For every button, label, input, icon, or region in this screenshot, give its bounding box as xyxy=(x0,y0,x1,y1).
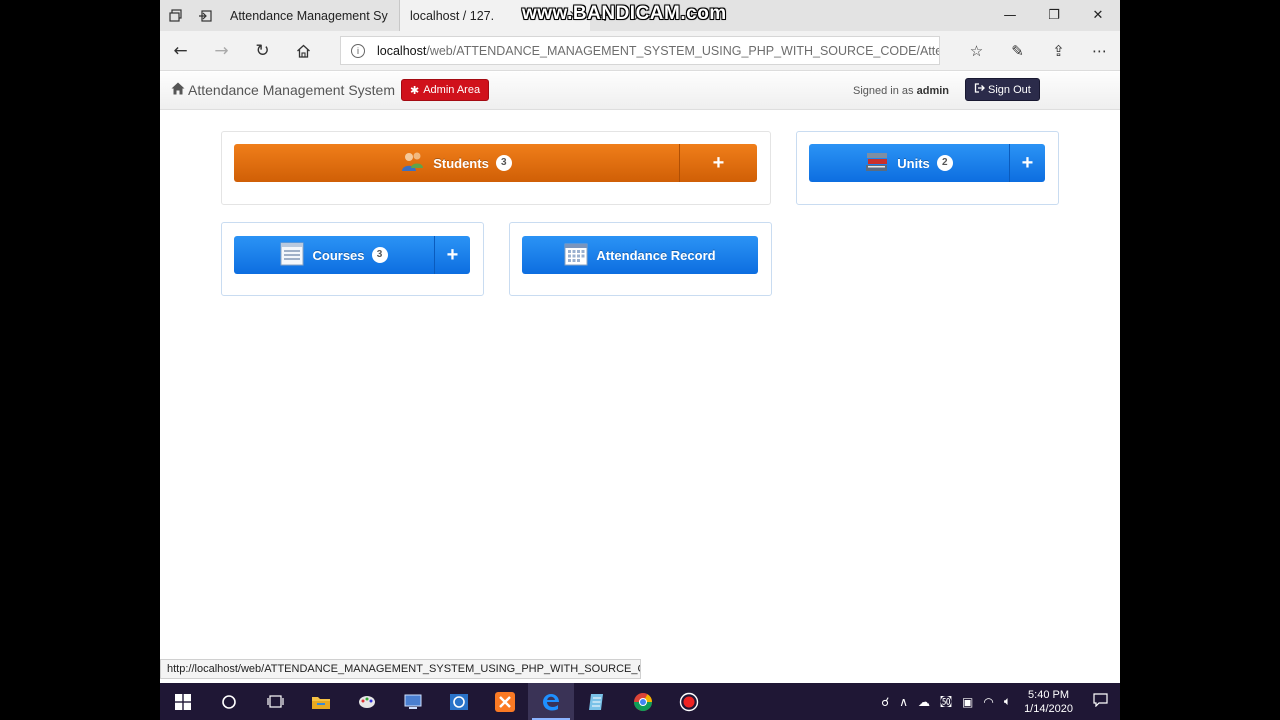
app-header: Attendance Management System ✱ Admin Are… xyxy=(160,72,1120,110)
share-icon[interactable]: ⇪ xyxy=(1038,31,1079,71)
students-button[interactable]: Students 3 xyxy=(234,144,679,182)
tab-attendance[interactable]: Attendance Management Sy xyxy=(220,0,400,31)
address-bar[interactable]: i localhost/web/ATTENDANCE_MANAGEMENT_SY… xyxy=(340,36,940,65)
browser-actions: ☆ ✎ ⇪ ⋯ xyxy=(956,31,1120,71)
students-button-group: Students 3 + xyxy=(234,144,757,182)
notepad-icon[interactable] xyxy=(574,683,620,720)
add-student-button[interactable]: + xyxy=(679,144,757,182)
onedrive-cloud-icon[interactable]: ☁ xyxy=(913,695,935,709)
add-unit-button[interactable]: + xyxy=(1009,144,1045,182)
xampp-icon[interactable] xyxy=(482,683,528,720)
url-path: /web/ATTENDANCE_MANAGEMENT_SYSTEM_USING_… xyxy=(426,43,939,58)
students-count-badge: 3 xyxy=(495,155,512,171)
sign-out-button[interactable]: Sign Out xyxy=(965,78,1040,101)
recording-watermark: www.BANDICAM.com xyxy=(522,3,727,24)
file-explorer-icon[interactable] xyxy=(298,683,344,720)
signed-in-user: admin xyxy=(916,85,950,97)
units-button[interactable]: Units 2 xyxy=(809,144,1009,182)
students-label: Students xyxy=(433,155,489,171)
calendar-icon xyxy=(564,242,588,269)
browser-tab-bar: Attendance Management Sy localhost / 127… xyxy=(160,0,1120,31)
sign-out-icon xyxy=(974,83,985,96)
edge-browser-icon[interactable] xyxy=(528,683,574,720)
refresh-icon[interactable]: ↻ xyxy=(242,31,283,71)
attendance-button-group: Attendance Record xyxy=(522,236,758,274)
units-count-badge: 2 xyxy=(936,155,953,171)
close-window-icon[interactable]: ✕ xyxy=(1076,0,1120,31)
record-icon[interactable] xyxy=(666,683,712,720)
link-status-bar: http://localhost/web/ATTENDANCE_MANAGEME… xyxy=(160,659,641,679)
minimize-icon[interactable]: — xyxy=(988,0,1032,31)
task-view-icon[interactable] xyxy=(252,683,298,720)
courses-button[interactable]: Courses 3 xyxy=(234,236,434,274)
pen-icon[interactable]: ✎ xyxy=(997,31,1038,71)
signed-in-text: Signed in as admin xyxy=(853,85,949,97)
window-controls: — ❐ ✕ xyxy=(988,0,1120,31)
start-windows-icon[interactable] xyxy=(160,683,206,720)
favorites-star-icon[interactable]: ☆ xyxy=(956,31,997,71)
system-tray: ☌ ∧ ☁ ㉌ ▣ ◠ 🔈︎ 5:40 PM 1/14/2020 xyxy=(876,683,1120,720)
restore-icon[interactable]: ❐ xyxy=(1032,0,1076,31)
brand-link[interactable]: Attendance Management System xyxy=(171,82,395,98)
courses-button-group: Courses 3 + xyxy=(234,236,470,274)
units-button-group: Units 2 + xyxy=(809,144,1045,182)
course-list-icon xyxy=(280,242,304,269)
sign-out-label: Sign Out xyxy=(988,83,1031,96)
input-language-icon[interactable]: ㉌ xyxy=(935,693,957,710)
books-icon xyxy=(865,151,889,176)
clock[interactable]: 5:40 PM 1/14/2020 xyxy=(1016,688,1081,716)
forward-arrow-icon[interactable]: → xyxy=(201,31,242,71)
display-icon[interactable]: ▣ xyxy=(957,695,978,709)
search-cortana-icon[interactable] xyxy=(206,683,252,720)
tab-title: Attendance Management Sy xyxy=(230,8,388,23)
signed-in-prefix: Signed in as xyxy=(853,85,914,97)
home-icon xyxy=(171,82,185,98)
url-host: localhost xyxy=(377,43,427,58)
admin-area-button[interactable]: ✱ Admin Area xyxy=(401,79,490,101)
students-icon xyxy=(401,151,425,176)
browser-nav-bar: ← → ↻ i localhost/web/ATTENDANCE_MANAGEM… xyxy=(160,31,1120,71)
brand-text: Attendance Management System xyxy=(188,82,396,98)
people-icon[interactable]: ☌ xyxy=(876,695,894,709)
home-icon[interactable] xyxy=(283,31,324,71)
volume-icon[interactable]: 🔈︎ xyxy=(999,694,1016,709)
clock-date: 1/14/2020 xyxy=(1024,702,1073,715)
admin-area-label: Admin Area xyxy=(423,84,481,96)
back-arrow-icon[interactable]: ← xyxy=(160,31,201,71)
more-icon[interactable]: ⋯ xyxy=(1079,31,1120,71)
network-app-icon[interactable] xyxy=(390,683,436,720)
wifi-icon[interactable]: ◠ xyxy=(978,695,998,709)
attendance-record-label: Attendance Record xyxy=(596,247,716,263)
clock-time: 5:40 PM xyxy=(1028,688,1070,701)
hosting-app-icon[interactable] xyxy=(436,683,482,720)
courses-label: Courses xyxy=(312,247,365,263)
chrome-icon[interactable] xyxy=(620,683,666,720)
paint-app-icon[interactable] xyxy=(344,683,390,720)
show-hidden-icons-chevron[interactable]: ∧ xyxy=(894,695,913,709)
tab-manager-icon[interactable] xyxy=(160,0,190,31)
units-label: Units xyxy=(897,155,930,171)
attendance-record-button[interactable]: Attendance Record xyxy=(522,236,758,274)
courses-count-badge: 3 xyxy=(371,247,388,263)
add-course-button[interactable]: + xyxy=(434,236,470,274)
taskbar: ☌ ∧ ☁ ㉌ ▣ ◠ 🔈︎ 5:40 PM 1/14/2020 xyxy=(160,683,1120,720)
notifications-icon[interactable] xyxy=(1081,693,1120,710)
site-info-icon[interactable]: i xyxy=(351,43,365,58)
screen: Attendance Management Sy localhost / 127… xyxy=(160,0,1120,720)
set-aside-tabs-icon[interactable] xyxy=(190,0,220,31)
gear-icon: ✱ xyxy=(410,84,420,97)
